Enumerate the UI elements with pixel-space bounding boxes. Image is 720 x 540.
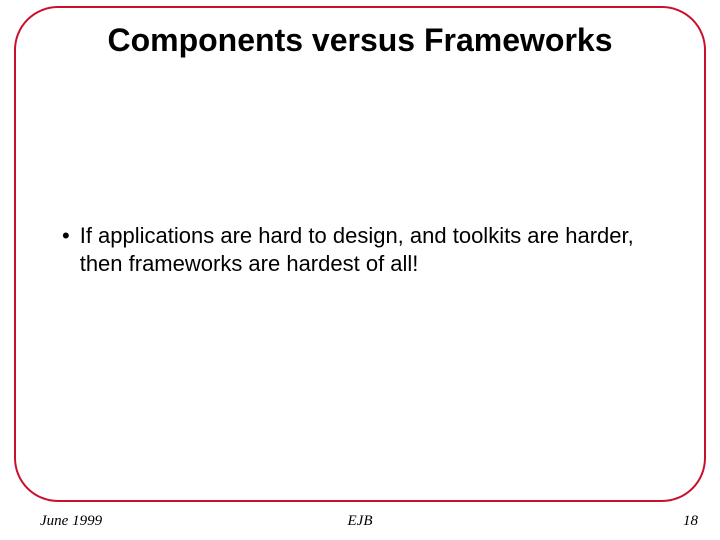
slide-body: • If applications are hard to design, an…	[62, 222, 658, 277]
bullet-text: If applications are hard to design, and …	[80, 222, 658, 277]
slide-title: Components versus Frameworks	[0, 22, 720, 59]
footer-page-number: 18	[683, 513, 698, 530]
footer-center: EJB	[0, 513, 720, 530]
bullet-item: • If applications are hard to design, an…	[62, 222, 658, 277]
slide-footer: June 1999 EJB 18	[0, 508, 720, 530]
bullet-dot-icon: •	[62, 222, 70, 250]
slide: Components versus Frameworks • If applic…	[0, 0, 720, 540]
